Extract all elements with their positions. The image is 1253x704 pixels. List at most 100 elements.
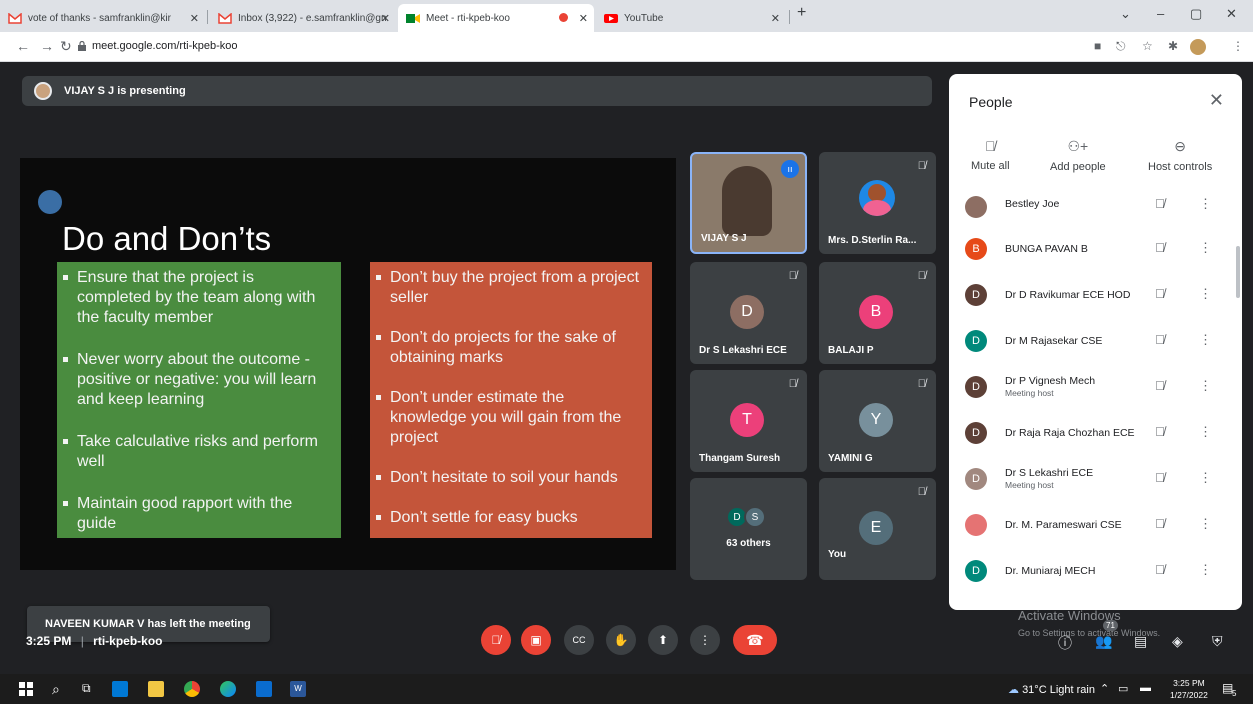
back-icon[interactable]: ← [16, 38, 30, 54]
more-vertical-icon[interactable]: ⋮ [1199, 516, 1212, 532]
raise-hand-button[interactable]: ✋ [606, 625, 636, 655]
captions-button[interactable]: CC [564, 625, 594, 655]
share-icon[interactable]: ⎋ [1116, 39, 1126, 54]
close-icon[interactable]: ✕ [381, 12, 390, 25]
word-icon[interactable]: W [290, 681, 306, 697]
maximize-icon[interactable]: ▢ [1190, 6, 1202, 22]
dont-item: Don’t under estimate the knowledge you w… [376, 388, 642, 448]
participant-row[interactable]: D Dr Raja Raja Chozhan ECE 🎙̸ ⋮ [949, 412, 1242, 458]
tab-youtube[interactable]: YouTube ✕ [596, 4, 786, 32]
reload-icon[interactable]: ↻ [60, 38, 72, 55]
file-explorer-icon[interactable] [148, 681, 164, 697]
do-item: Take calculative risks and perform well [63, 432, 331, 472]
url-field[interactable]: meet.google.com/rti-kpeb-koo [92, 40, 238, 52]
meeting-details-icon[interactable]: ⓘ [1058, 633, 1072, 653]
participant-name: Dr M Rajasekar CSE [1005, 335, 1103, 347]
activities-icon[interactable]: ◈ [1172, 633, 1183, 650]
windows-start-icon[interactable] [18, 681, 34, 697]
tab-inbox[interactable]: Inbox (3,922) - e.samfranklin@gn ✕ [210, 4, 396, 32]
participant-tile-sterlin[interactable]: 🎙̸ Mrs. D.Sterlin Ra... [819, 152, 936, 254]
participant-tile-vijay[interactable]: ıı VIJAY S J [690, 152, 807, 254]
mic-off-icon: 🎙̸ [788, 378, 797, 390]
mic-off-icon[interactable]: 🎙̸ [1155, 286, 1165, 301]
mic-off-icon[interactable]: 🎙̸ [1155, 516, 1165, 531]
forward-icon[interactable]: → [40, 38, 54, 54]
participant-tile-you[interactable]: 🎙̸ E You [819, 478, 936, 580]
participant-avatar: D [965, 284, 987, 306]
mic-off-icon[interactable]: 🎙̸ [1155, 240, 1165, 255]
taskbar-clock[interactable]: 3:25 PM 1/27/2022 [1170, 677, 1208, 701]
battery-icon[interactable]: ▬ [1140, 682, 1151, 694]
close-icon[interactable]: ✕ [190, 12, 199, 25]
weather-widget[interactable]: ☁ 31°C Light rain [1008, 683, 1095, 696]
more-vertical-icon[interactable]: ⋮ [1199, 196, 1212, 212]
more-vertical-icon[interactable]: ⋮ [1199, 286, 1212, 302]
profile-avatar[interactable] [1190, 39, 1206, 55]
extensions-icon[interactable]: ✱ [1168, 39, 1178, 53]
participant-avatar: D [965, 376, 987, 398]
people-icon[interactable]: 👥 [1095, 633, 1112, 650]
gmail-icon [8, 11, 22, 24]
mic-off-icon[interactable]: 🎙̸ [1155, 332, 1165, 347]
participant-tile-yamini[interactable]: 🎙̸ Y YAMINI G [819, 370, 936, 472]
participant-tile-others[interactable]: D S 63 others [690, 478, 807, 580]
tab-search-icon[interactable]: ⌄ [1120, 6, 1131, 22]
chat-icon[interactable]: ▤ [1134, 633, 1147, 650]
mic-off-icon[interactable]: 🎙̸ [1155, 470, 1165, 485]
participant-row[interactable]: Bestley Joe 🎙̸ ⋮ [949, 186, 1242, 232]
participant-row[interactable]: Dr. M. Parameswari CSE 🎙̸ ⋮ [949, 504, 1242, 550]
more-vertical-icon[interactable]: ⋮ [1199, 378, 1212, 394]
leave-call-button[interactable]: ☎ [733, 625, 777, 655]
camera-toggle-button[interactable]: ▣ [521, 625, 551, 655]
more-vertical-icon[interactable]: ⋮ [1199, 562, 1212, 578]
participant-row[interactable]: D Dr M Rajasekar CSE 🎙̸ ⋮ [949, 320, 1242, 366]
close-icon[interactable]: ✕ [579, 12, 588, 25]
tab-divider [789, 10, 790, 24]
participant-row[interactable]: D Dr. Muniaraj MECH 🎙̸ ⋮ [949, 550, 1242, 596]
add-people-button[interactable]: ⚇+ Add people [1050, 138, 1106, 173]
participant-row[interactable]: D Dr P Vignesh Mech Meeting host 🎙̸ ⋮ [949, 366, 1242, 412]
network-icon[interactable]: ▭ [1118, 682, 1128, 695]
present-button[interactable]: ⬆ [648, 625, 678, 655]
menu-kebab-icon[interactable]: ⋮ [1232, 39, 1244, 53]
window-close-icon[interactable]: ✕ [1226, 6, 1237, 22]
store-icon[interactable] [112, 681, 128, 697]
more-vertical-icon[interactable]: ⋮ [1199, 332, 1212, 348]
address-bar: ← → ↻ meet.google.com/rti-kpeb-koo ■ ⎋ ☆… [0, 32, 1253, 62]
participant-tile-balaji[interactable]: 🎙̸ B BALAJI P [819, 262, 936, 364]
bookmark-star-icon[interactable]: ☆ [1142, 39, 1153, 53]
youtube-icon [604, 13, 618, 24]
search-icon[interactable]: ⌕ [52, 681, 68, 697]
task-view-icon[interactable]: ⧉ [82, 681, 98, 697]
host-controls-label: Host controls [1148, 161, 1213, 173]
mic-off-icon[interactable]: 🎙̸ [1155, 424, 1165, 439]
participant-row[interactable]: B BUNGA PAVAN B 🎙̸ ⋮ [949, 228, 1242, 274]
minimize-icon[interactable]: – [1157, 6, 1164, 21]
new-tab-icon[interactable]: + [797, 4, 806, 22]
host-controls-icon[interactable]: ⛨ [1212, 633, 1223, 650]
more-options-button[interactable]: ⋮ [690, 625, 720, 655]
mic-off-icon[interactable]: 🎙̸ [1155, 562, 1165, 577]
chrome-icon[interactable] [184, 681, 200, 697]
camera-icon[interactable]: ■ [1094, 39, 1101, 53]
participant-row[interactable]: D Dr D Ravikumar ECE HOD 🎙̸ ⋮ [949, 274, 1242, 320]
mic-off-icon[interactable]: 🎙̸ [1155, 378, 1165, 393]
close-icon[interactable]: ✕ [1209, 90, 1224, 111]
participant-row[interactable]: D Dr S Lekashri ECE Meeting host 🎙̸ ⋮ [949, 458, 1242, 504]
more-vertical-icon[interactable]: ⋮ [1199, 424, 1212, 440]
mail-icon[interactable] [256, 681, 272, 697]
people-scrollbar[interactable] [1236, 246, 1240, 298]
tab-meet[interactable]: Meet - rti-kpeb-koo ✕ [398, 4, 594, 32]
more-vertical-icon[interactable]: ⋮ [1199, 470, 1212, 486]
mic-toggle-button[interactable]: 🎙̸ [481, 625, 511, 655]
more-vertical-icon[interactable]: ⋮ [1199, 240, 1212, 256]
participant-tile-thangam[interactable]: 🎙̸ T Thangam Suresh [690, 370, 807, 472]
mic-off-icon[interactable]: 🎙̸ [1155, 196, 1165, 211]
mute-all-button[interactable]: 🎙̸ Mute all [971, 138, 1010, 172]
host-controls-button[interactable]: ⊖ Host controls [1148, 138, 1212, 173]
edge-icon[interactable] [220, 681, 236, 697]
close-icon[interactable]: ✕ [771, 12, 780, 25]
participant-tile-lekashri[interactable]: 🎙̸ D Dr S Lekashri ECE [690, 262, 807, 364]
tab-vote-of-thanks[interactable]: vote of thanks - samfranklin@kir ✕ [0, 4, 205, 32]
tray-chevron-icon[interactable]: ⌃ [1100, 682, 1109, 695]
